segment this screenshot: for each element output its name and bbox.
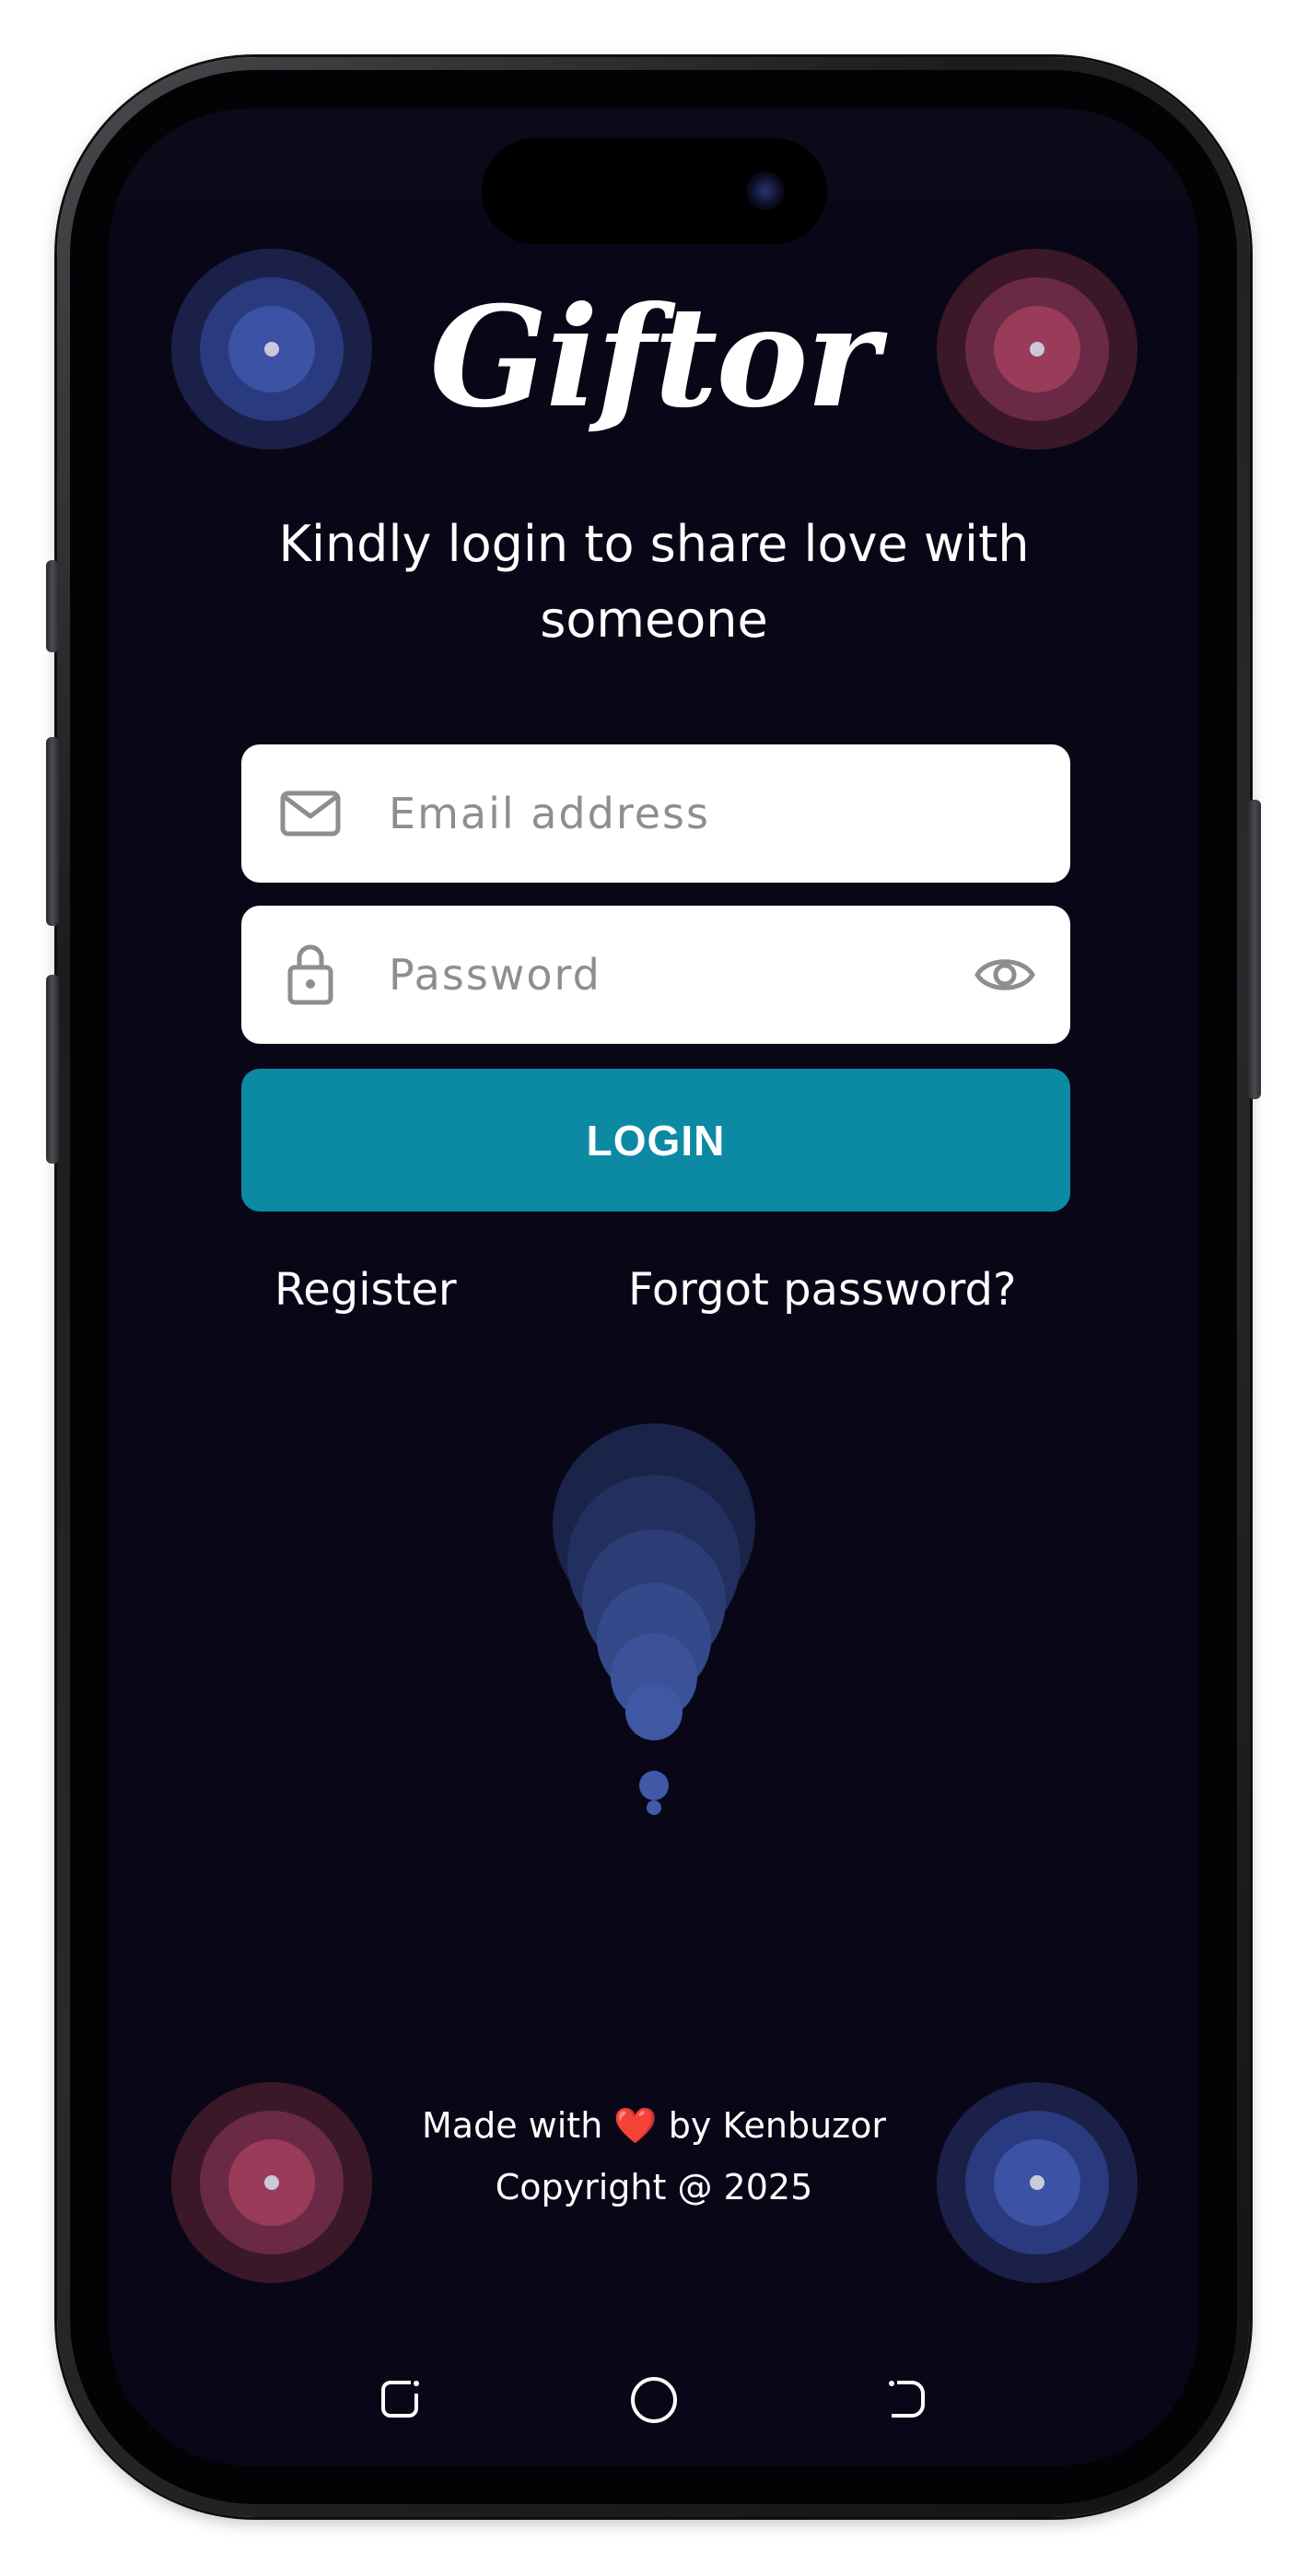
decor-bubble-cone bbox=[553, 1423, 755, 1815]
email-input[interactable] bbox=[389, 744, 904, 883]
action-button bbox=[46, 560, 59, 652]
password-field[interactable] bbox=[241, 906, 1070, 1044]
email-field[interactable] bbox=[241, 744, 1070, 883]
volume-down-button bbox=[46, 975, 59, 1164]
recent-apps-icon[interactable] bbox=[378, 2375, 424, 2421]
envelope-icon bbox=[280, 790, 341, 837]
forgot-password-link[interactable]: Forgot password? bbox=[628, 1264, 1016, 1316]
login-tagline: Kindly login to share love with someone bbox=[278, 515, 1030, 649]
footer-author: by Kenbuzor bbox=[668, 2105, 886, 2146]
app-logo: Giftor bbox=[429, 276, 880, 439]
footer-credit: Made with ❤️ by Kenbuzor bbox=[239, 2105, 1068, 2147]
power-button bbox=[1248, 800, 1261, 1099]
footer-made-with: Made with bbox=[422, 2105, 603, 2146]
back-icon[interactable] bbox=[884, 2375, 930, 2421]
home-icon[interactable] bbox=[629, 2375, 679, 2425]
front-camera bbox=[746, 171, 785, 210]
eye-icon[interactable] bbox=[974, 950, 1035, 1000]
login-button[interactable]: LOGIN bbox=[241, 1069, 1070, 1212]
footer-copyright: Copyright @ 2025 bbox=[495, 2167, 813, 2207]
password-input[interactable] bbox=[389, 906, 904, 1044]
volume-up-button bbox=[46, 737, 59, 926]
lock-icon bbox=[287, 944, 333, 1005]
register-link[interactable]: Register bbox=[274, 1264, 457, 1316]
heart-icon: ❤️ bbox=[613, 2105, 658, 2146]
